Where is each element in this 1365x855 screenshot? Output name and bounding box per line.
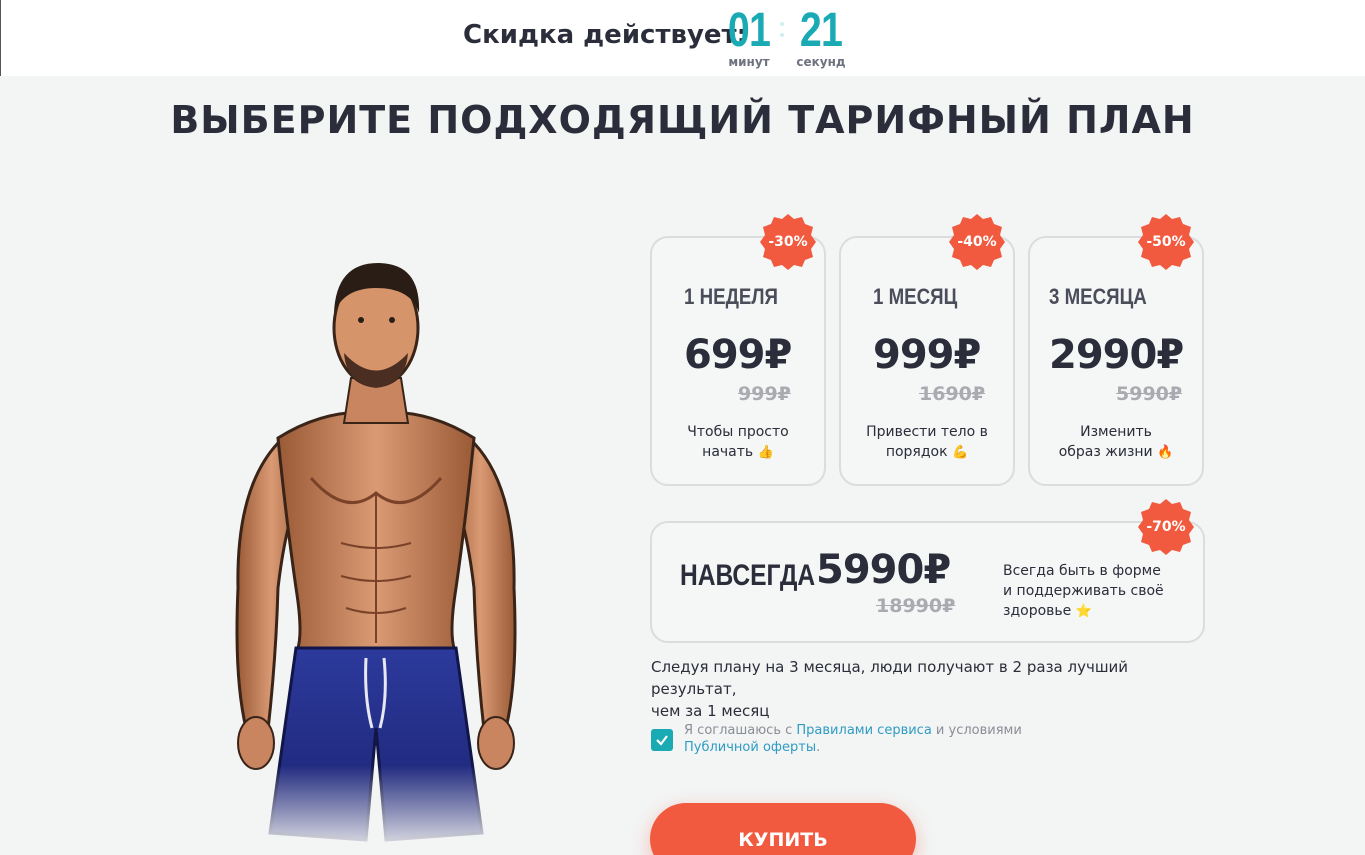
- plan-card-3-months[interactable]: -50% 3 МЕСЯЦА 2990₽ 5990₽ Изменить образ…: [1028, 214, 1204, 486]
- checkmark-icon: [656, 735, 668, 746]
- timer-colon: [780, 22, 786, 44]
- plan-card-1-week[interactable]: -30% 1 НЕДЕЛЯ 699₽ 999₽ Чтобы просто нач…: [650, 214, 826, 486]
- buy-button[interactable]: КУПИТЬ: [650, 803, 916, 855]
- discount-badge: -50%: [1138, 214, 1194, 270]
- plan-old-price: 5990₽: [1116, 383, 1183, 405]
- flexed-biceps-icon: 💪: [952, 445, 969, 460]
- plan-old-price: 1690₽: [919, 383, 986, 405]
- thumbs-up-icon: 👍: [757, 445, 774, 460]
- timer-minutes: 01 минут: [721, 4, 777, 70]
- timer-seconds-unit: секунд: [796, 55, 846, 69]
- plan-old-price: 18990₽: [876, 595, 956, 617]
- plan-description: Чтобы просто начать 👍: [687, 424, 789, 460]
- plan-period: 1 МЕСЯЦ: [873, 284, 958, 309]
- plan-benefit-note: Следуя плану на 3 месяца, люди получают …: [651, 658, 1129, 720]
- plan-period: 1 НЕДЕЛЯ: [684, 284, 778, 309]
- plan-description: Изменить образ жизни 🔥: [1058, 424, 1174, 460]
- plan-price: 999₽: [873, 332, 981, 378]
- plan-card-1-month[interactable]: -40% 1 МЕСЯЦ 999₽ 1690₽ Привести тело в …: [839, 214, 1015, 486]
- plan-description: Всегда быть в форме и поддерживать своё …: [1003, 563, 1164, 619]
- discount-badge: -30%: [760, 214, 816, 270]
- timer-seconds: 21 секунд: [791, 4, 851, 70]
- timer-seconds-value: 21: [799, 4, 843, 57]
- plan-price: 699₽: [684, 332, 792, 378]
- discount-badge: -40%: [949, 214, 1005, 270]
- plan-card-forever[interactable]: -70% НАВСЕГДА 5990₽ 18990₽ Всегда быть в…: [650, 499, 1205, 643]
- timer-minutes-value: 01: [727, 4, 771, 57]
- timer-minutes-unit: минут: [728, 55, 770, 69]
- agreement-checkbox[interactable]: [651, 729, 673, 751]
- plan-price: 2990₽: [1049, 332, 1184, 378]
- discount-timer-bar: Скидка действует: 01 минут 21 секунд: [0, 0, 1365, 76]
- discount-badge: -70%: [1138, 499, 1194, 555]
- agreement-text: Я соглашаюсь с Правилами сервиса и услов…: [684, 723, 1022, 755]
- star-icon: ⭐: [1075, 604, 1092, 619]
- plan-old-price: 999₽: [738, 383, 791, 405]
- hero-athlete-image: [216, 258, 536, 855]
- page-title: ВЫБЕРИТЕ ПОДХОДЯЩИЙ ТАРИФНЫЙ ПЛАН: [170, 98, 1195, 142]
- service-rules-link[interactable]: Правилами сервиса: [796, 723, 931, 738]
- public-offer-link[interactable]: Публичной оферты: [684, 740, 816, 755]
- fire-icon: 🔥: [1157, 445, 1174, 460]
- discount-label: Скидка действует:: [463, 20, 748, 50]
- plan-period: НАВСЕГДА: [680, 559, 816, 592]
- plan-description: Привести тело в порядок 💪: [866, 424, 988, 460]
- plan-period: 3 МЕСЯЦА: [1049, 284, 1147, 309]
- plan-price: 5990₽: [816, 547, 951, 593]
